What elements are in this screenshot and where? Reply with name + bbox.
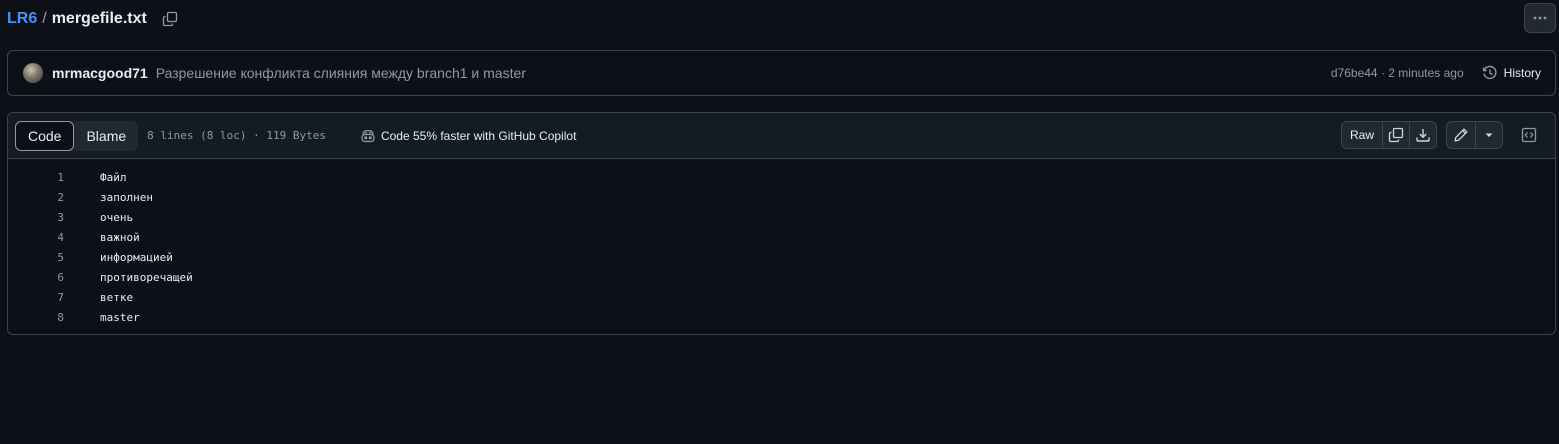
code-line: 2 заполнен <box>8 188 1555 208</box>
history-label: History <box>1503 66 1541 80</box>
line-number[interactable]: 3 <box>8 208 64 228</box>
raw-copy-download-group: Raw <box>1340 121 1437 149</box>
line-content: очень <box>100 211 134 224</box>
code-line: 7 ветке <box>8 288 1555 308</box>
line-number[interactable]: 4 <box>8 228 64 248</box>
line-content: Файл <box>100 171 127 184</box>
file-actions: Raw <box>1340 121 1543 149</box>
code-line: 3 очень <box>8 208 1555 228</box>
symbols-panel-button[interactable] <box>1515 121 1543 149</box>
code-square-icon <box>1521 127 1537 143</box>
line-content: ветке <box>100 291 134 304</box>
commit-details: d76be44 · 2 minutes ago History <box>1331 61 1543 85</box>
commit-message[interactable]: Разрешение конфликта слияния между branc… <box>156 65 526 81</box>
tab-code[interactable]: Code <box>15 120 75 151</box>
edit-group <box>1446 121 1503 149</box>
tab-blame[interactable]: Blame <box>74 121 138 151</box>
code-line: 5 информацией <box>8 248 1555 268</box>
avatar[interactable] <box>23 63 43 83</box>
copy-icon <box>162 11 177 27</box>
breadcrumb-repo-link[interactable]: LR6 <box>7 10 37 28</box>
pencil-icon <box>1454 128 1468 142</box>
copy-raw-button[interactable] <box>1382 122 1409 148</box>
file-info: 8 lines (8 loc) · 119 Bytes <box>147 129 326 142</box>
code-view: 1 Файл 2 заполнен 3 очень 4 важной 5 инф… <box>8 159 1555 328</box>
copilot-icon <box>361 129 375 142</box>
commit-sha-time[interactable]: d76be44 · 2 minutes ago <box>1331 66 1464 80</box>
more-options-button[interactable] <box>1524 3 1556 33</box>
line-content: важной <box>100 231 140 244</box>
copilot-label: Code 55% faster with GitHub Copilot <box>380 128 577 143</box>
history-icon <box>1482 65 1497 80</box>
edit-dropdown-button[interactable] <box>1475 122 1502 148</box>
copy-icon <box>1388 127 1404 143</box>
triangle-down-icon <box>1485 133 1493 137</box>
download-icon <box>1416 129 1430 142</box>
download-button[interactable] <box>1409 122 1436 148</box>
code-line: 8 master <box>8 308 1555 328</box>
code-line: 4 важной <box>8 228 1555 248</box>
line-number[interactable]: 6 <box>8 268 64 288</box>
latest-commit-box: mrmacgood71 Разрешение конфликта слияния… <box>7 50 1556 96</box>
code-line: 6 противоречащей <box>8 268 1555 288</box>
breadcrumb-separator: / <box>42 10 47 27</box>
breadcrumb: LR6 / mergefile.txt <box>7 8 179 30</box>
kebab-horizontal-icon <box>1533 16 1547 20</box>
line-number[interactable]: 7 <box>8 288 64 308</box>
line-number[interactable]: 8 <box>8 308 64 328</box>
commit-author[interactable]: mrmacgood71 <box>52 65 148 81</box>
line-number[interactable]: 2 <box>8 188 64 208</box>
edit-button[interactable] <box>1447 122 1475 148</box>
line-number[interactable]: 1 <box>8 168 64 188</box>
code-line: 1 Файл <box>8 168 1555 188</box>
copilot-promo-link[interactable]: Code 55% faster with GitHub Copilot <box>360 128 576 144</box>
history-button[interactable]: History <box>1480 61 1543 85</box>
line-number[interactable]: 5 <box>8 248 64 268</box>
line-content: информацией <box>100 251 173 264</box>
view-mode-toggle: Code Blame <box>15 120 139 151</box>
copy-path-button[interactable] <box>161 10 179 28</box>
line-content: заполнен <box>100 191 153 204</box>
breadcrumb-file-name: mergefile.txt <box>51 10 147 27</box>
line-content: противоречащей <box>100 271 193 284</box>
file-header: Code Blame 8 lines (8 loc) · 119 Bytes C… <box>8 113 1555 159</box>
file-viewer: Code Blame 8 lines (8 loc) · 119 Bytes C… <box>7 112 1556 335</box>
line-content: master <box>100 311 140 324</box>
raw-button[interactable]: Raw <box>1342 122 1382 148</box>
